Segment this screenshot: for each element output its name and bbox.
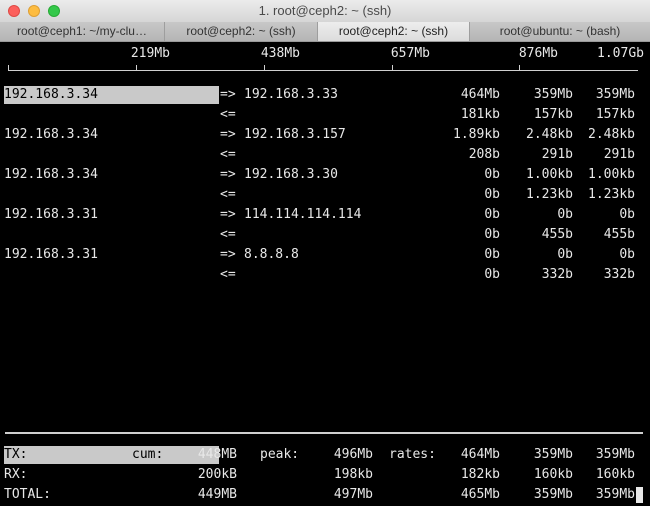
- rate-40s: 291b: [603, 147, 635, 162]
- flow-out-arrow: =>: [220, 247, 236, 262]
- rate-2s: 182kb: [460, 467, 500, 482]
- rate-2s: 0b: [484, 167, 500, 182]
- rate-10s: 160kb: [533, 467, 573, 482]
- total-cumulative: 449MB: [197, 487, 237, 502]
- scale-tick: [519, 65, 520, 71]
- rate-40s: 359Mb: [595, 447, 635, 462]
- rate-10s: 1.23kb: [526, 187, 573, 202]
- rate-10s: 2.48kb: [526, 127, 573, 142]
- title-bar: 1. root@ceph2: ~ (ssh): [0, 0, 650, 23]
- flow-source: 192.168.3.31: [4, 247, 98, 262]
- rates-label: rates:: [389, 447, 436, 462]
- rate-2s: 181kb: [460, 107, 500, 122]
- cum-label: cum:: [132, 447, 164, 462]
- rate-40s: 0b: [619, 247, 635, 262]
- scale-label: 876Mb: [518, 46, 558, 61]
- tx-bandwidth-bar: [4, 446, 219, 464]
- rate-10s: 332b: [541, 267, 573, 282]
- tab-label: root@ceph1: ~/my-clu…: [17, 24, 147, 38]
- tab-ceph1[interactable]: root@ceph1: ~/my-clu…: [0, 22, 165, 41]
- flow-out-arrow: =>: [220, 167, 236, 182]
- flow-in-arrow: <=: [220, 227, 236, 242]
- flow-source: 192.168.3.34: [4, 167, 98, 182]
- window-title: 1. root@ceph2: ~ (ssh): [258, 3, 392, 18]
- total-peak: 497Mb: [333, 487, 373, 502]
- rx-label: RX:: [4, 467, 28, 482]
- tab-ceph2-first[interactable]: root@ceph2: ~ (ssh): [165, 22, 318, 41]
- tab-ubuntu[interactable]: root@ubuntu: ~ (bash): [470, 22, 650, 41]
- rate-10s: 1.00kb: [526, 167, 573, 182]
- rate-40s: 359Mb: [595, 87, 635, 102]
- rate-2s: 0b: [484, 227, 500, 242]
- scale-label: 219Mb: [130, 46, 170, 61]
- rate-40s: 160kb: [595, 467, 635, 482]
- tab-label: root@ceph2: ~ (ssh): [186, 24, 296, 38]
- flow-in-arrow: <=: [220, 147, 236, 162]
- scale-tick: [264, 65, 265, 71]
- flow-source: 192.168.3.34: [4, 87, 98, 102]
- rate-10s: 157kb: [533, 107, 573, 122]
- rate-10s: 0b: [557, 207, 573, 222]
- rate-40s: 1.00kb: [588, 167, 635, 182]
- rate-2s: 464Mb: [460, 447, 500, 462]
- rate-40s: 332b: [603, 267, 635, 282]
- flow-out-arrow: =>: [220, 87, 236, 102]
- flow-in-arrow: <=: [220, 267, 236, 282]
- flow-in-arrow: <=: [220, 107, 236, 122]
- rate-2s: 208b: [468, 147, 500, 162]
- totals-separator: [5, 432, 643, 434]
- rate-40s: 455b: [603, 227, 635, 242]
- tab-label: root@ceph2: ~ (ssh): [338, 24, 449, 38]
- scale-label: 438Mb: [260, 46, 300, 61]
- flow-destination: 192.168.3.30: [244, 167, 338, 182]
- rate-2s: 0b: [484, 247, 500, 262]
- tab-ceph2-active[interactable]: root@ceph2: ~ (ssh): [318, 22, 470, 41]
- flow-in-arrow: <=: [220, 187, 236, 202]
- flow-destination: 192.168.3.157: [244, 127, 346, 142]
- rx-cumulative: 200kB: [197, 467, 237, 482]
- rate-10s: 359Mb: [533, 487, 573, 502]
- rx-peak: 198kb: [333, 467, 373, 482]
- flow-destination: 114.114.114.114: [244, 207, 362, 222]
- rate-10s: 359Mb: [533, 447, 573, 462]
- total-label: TOTAL:: [4, 487, 51, 502]
- flow-out-arrow: =>: [220, 207, 236, 222]
- rate-40s: 157kb: [595, 107, 635, 122]
- scale-tick: [136, 65, 137, 71]
- tx-label: TX:: [4, 447, 28, 462]
- tab-label: root@ubuntu: ~ (bash): [499, 24, 621, 38]
- scale-label: 1.07Gb: [597, 46, 644, 61]
- flow-destination: 8.8.8.8: [244, 247, 299, 262]
- rate-10s: 455b: [541, 227, 573, 242]
- text-cursor: [636, 487, 643, 503]
- scale-tick: [392, 65, 393, 71]
- rate-2s: 465Mb: [460, 487, 500, 502]
- rate-2s: 0b: [484, 267, 500, 282]
- scale-label: 657Mb: [390, 46, 430, 61]
- peak-label: peak:: [260, 447, 300, 462]
- flow-out-arrow: =>: [220, 127, 236, 142]
- rate-40s: 0b: [619, 207, 635, 222]
- rate-10s: 359Mb: [533, 87, 573, 102]
- scale-tick: [8, 65, 9, 71]
- tab-bar: root@ceph1: ~/my-clu… root@ceph2: ~ (ssh…: [0, 22, 650, 42]
- rate-2s: 1.89kb: [453, 127, 500, 142]
- rate-10s: 291b: [541, 147, 573, 162]
- rate-40s: 359Mb: [595, 487, 635, 502]
- terminal-output[interactable]: 219Mb 438Mb 657Mb 876Mb 1.07Gb 192.168.3…: [0, 42, 650, 506]
- terminal-window: 1. root@ceph2: ~ (ssh) root@ceph1: ~/my-…: [0, 0, 650, 506]
- tx-cumulative: 448MB: [197, 447, 237, 462]
- flow-source: 192.168.3.31: [4, 207, 98, 222]
- flow-destination: 192.168.3.33: [244, 87, 338, 102]
- scale-line: [8, 70, 638, 71]
- rate-2s: 464Mb: [460, 87, 500, 102]
- rate-40s: 1.23kb: [588, 187, 635, 202]
- flow-source: 192.168.3.34: [4, 127, 98, 142]
- rate-2s: 0b: [484, 207, 500, 222]
- tx-peak: 496Mb: [333, 447, 373, 462]
- rate-40s: 2.48kb: [588, 127, 635, 142]
- rate-2s: 0b: [484, 187, 500, 202]
- rate-10s: 0b: [557, 247, 573, 262]
